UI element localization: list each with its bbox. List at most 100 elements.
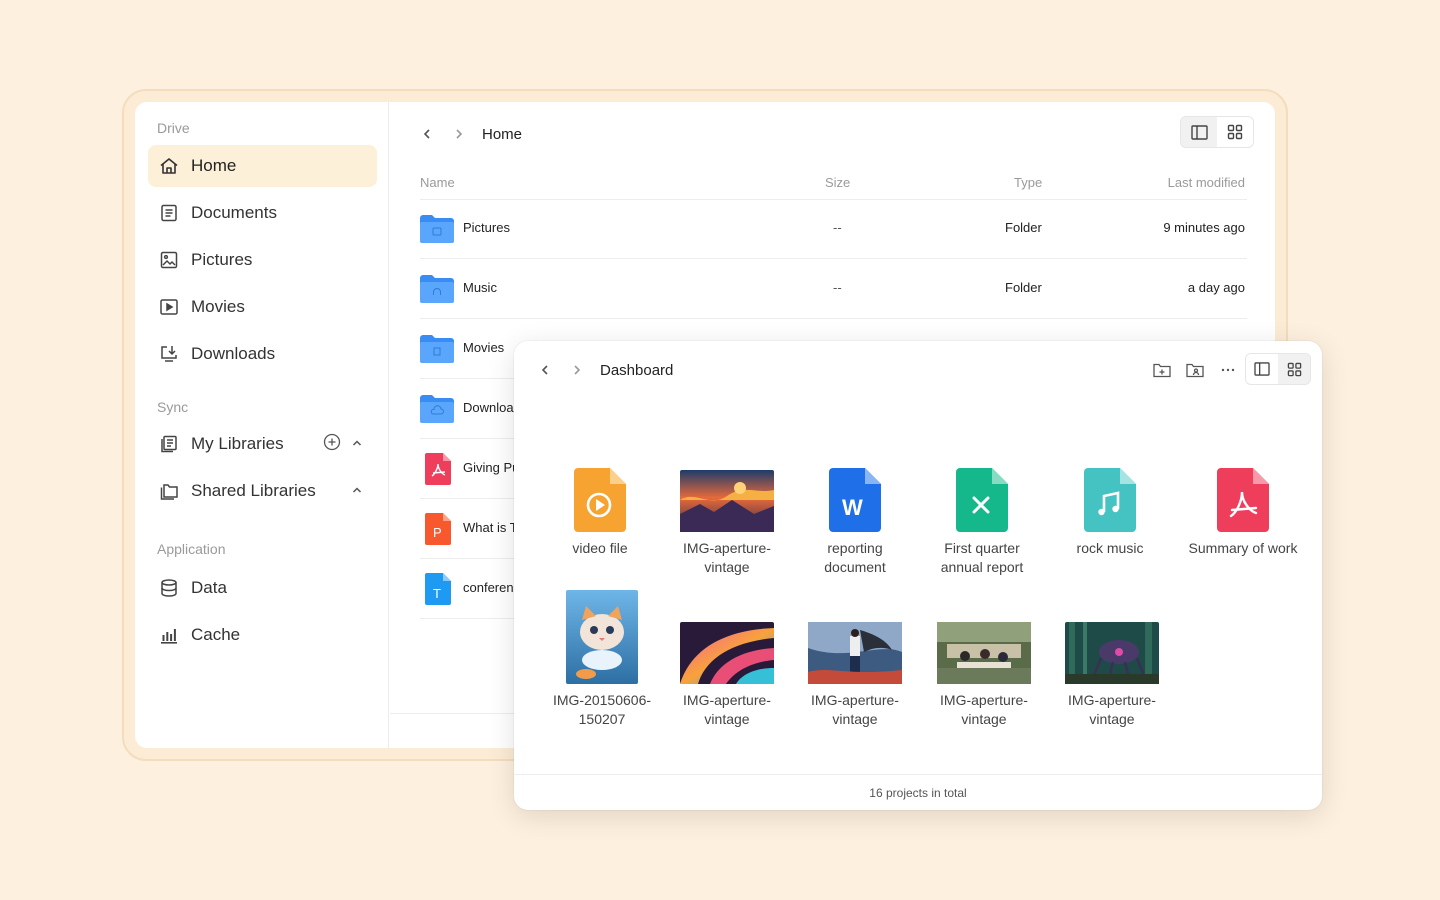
image-thumbnail — [667, 590, 787, 684]
file-tile[interactable]: video file — [540, 444, 660, 558]
dashboard-window: Dashboard video file IMG-aperture-vintag… — [514, 341, 1322, 810]
folder-music-icon — [420, 275, 454, 306]
sidebar-item-home[interactable]: Home — [148, 145, 377, 187]
movie-icon — [158, 296, 180, 318]
file-name: Downloa — [463, 400, 514, 415]
home-toolbar: Home — [418, 122, 522, 146]
sidebar-item-pictures[interactable]: Pictures — [148, 239, 377, 281]
folder-image-icon — [420, 215, 454, 246]
file-modified: a day ago — [1187, 280, 1245, 295]
file-name: conferen — [463, 580, 514, 595]
column-type[interactable]: Type — [1014, 175, 1042, 190]
library-icon — [158, 433, 180, 455]
section-title-application: Application — [157, 541, 226, 557]
file-name: Music — [463, 280, 497, 295]
dashboard-actions — [1150, 358, 1240, 382]
file-tile[interactable]: rock music — [1050, 444, 1170, 558]
add-library-icon[interactable] — [323, 433, 341, 456]
sidebar-item-label: My Libraries — [191, 434, 284, 453]
column-name[interactable]: Name — [420, 175, 455, 190]
file-tile[interactable]: IMG-aperture-vintage — [795, 590, 915, 729]
database-icon — [158, 577, 180, 599]
file-name: Pictures — [463, 220, 510, 235]
tile-label: reporting document — [824, 540, 886, 575]
table-row[interactable]: Pictures -- Folder 9 minutes ago — [420, 199, 1247, 259]
dashboard-toolbar: Dashboard — [536, 359, 673, 381]
sidebar-item-movies[interactable]: Movies — [148, 286, 377, 328]
shared-folder-icon — [158, 480, 180, 502]
file-name: Giving Pu — [463, 460, 520, 475]
pdf-file-icon — [1183, 444, 1303, 532]
folder-download-icon — [420, 395, 454, 426]
sidebar-item-data[interactable]: Data — [148, 567, 377, 609]
grid-view-icon[interactable] — [1278, 354, 1310, 384]
video-file-icon — [540, 444, 660, 532]
sidebar-item-my-libraries[interactable]: My Libraries — [148, 423, 377, 465]
sidebar-item-cache[interactable]: Cache — [148, 614, 377, 656]
tile-label: IMG-aperture-vintage — [683, 692, 771, 727]
file-tile[interactable]: IMG-aperture-vintage — [667, 590, 787, 729]
sidebar-item-label: Downloads — [191, 344, 276, 363]
sidebar-item-documents[interactable]: Documents — [148, 192, 377, 234]
table-row[interactable]: Music -- Folder a day ago — [420, 259, 1247, 319]
image-thumbnail — [1052, 590, 1172, 684]
forward-icon[interactable] — [450, 125, 468, 143]
file-tile[interactable]: IMG-aperture-vintage — [1052, 590, 1172, 729]
file-tile[interactable]: IMG-aperture-vintage — [667, 444, 787, 577]
list-view-icon[interactable] — [1246, 354, 1278, 384]
view-toggle — [1180, 116, 1254, 148]
chevron-up-icon[interactable] — [351, 481, 363, 501]
column-last-modified[interactable]: Last modified — [1168, 175, 1245, 190]
file-tile[interactable]: First quarter annual report — [922, 444, 1042, 577]
more-icon[interactable] — [1216, 358, 1240, 382]
file-size: -- — [833, 280, 842, 295]
tile-label: First quarter annual report — [940, 540, 1024, 575]
forward-icon[interactable] — [568, 361, 586, 379]
file-size: -- — [833, 220, 842, 235]
file-name: What is T — [463, 520, 518, 535]
sidebar: Drive Home Documents Pictures Movies Dow… — [135, 102, 389, 748]
file-type: Folder — [1005, 280, 1042, 295]
file-tile[interactable]: IMG-aperture-vintage — [924, 590, 1044, 729]
image-thumbnail — [667, 444, 787, 532]
project-count: 16 projects in total — [869, 785, 967, 800]
document-icon — [158, 202, 180, 224]
table-header: Name Size Type Last modified — [420, 175, 1247, 200]
image-thumbnail — [924, 590, 1044, 684]
status-bar: 16 projects in total — [514, 774, 1322, 810]
ppt-file-icon: P — [425, 513, 451, 548]
svg-text:W: W — [842, 495, 863, 520]
breadcrumb: Dashboard — [600, 361, 674, 379]
tile-label: IMG-20150606-150207 — [552, 692, 652, 727]
breadcrumb: Home — [482, 125, 523, 143]
bar-chart-icon — [158, 624, 180, 646]
back-icon[interactable] — [418, 125, 436, 143]
file-name: Movies — [463, 340, 505, 355]
sidebar-item-label: Cache — [191, 625, 241, 644]
download-icon — [158, 343, 180, 365]
sidebar-item-downloads[interactable]: Downloads — [148, 333, 377, 375]
chevron-up-icon[interactable] — [351, 434, 363, 454]
sidebar-item-shared-libraries[interactable]: Shared Libraries — [148, 470, 377, 512]
share-folder-icon[interactable] — [1183, 358, 1207, 382]
section-title-drive: Drive — [157, 120, 190, 136]
text-file-icon: T — [425, 573, 451, 608]
tile-label: rock music — [1076, 540, 1144, 556]
sidebar-item-label: Pictures — [191, 250, 253, 269]
back-icon[interactable] — [536, 361, 554, 379]
tile-label: video file — [572, 540, 628, 556]
sidebar-item-label: Movies — [191, 297, 245, 316]
music-file-icon — [1050, 444, 1170, 532]
grid-view-icon[interactable] — [1217, 117, 1253, 147]
file-tile[interactable]: IMG-20150606-150207 — [542, 590, 662, 729]
new-folder-icon[interactable] — [1150, 358, 1174, 382]
file-type: Folder — [1005, 220, 1042, 235]
file-tile[interactable]: W reporting document — [795, 444, 915, 577]
column-size[interactable]: Size — [825, 175, 850, 190]
sidebar-item-label: Shared Libraries — [191, 481, 316, 500]
list-view-icon[interactable] — [1181, 117, 1217, 147]
sidebar-item-label: Documents — [191, 203, 277, 222]
pdf-file-icon — [425, 453, 451, 488]
file-tile[interactable]: Summary of work — [1183, 444, 1303, 558]
sidebar-item-label: Data — [191, 578, 227, 597]
